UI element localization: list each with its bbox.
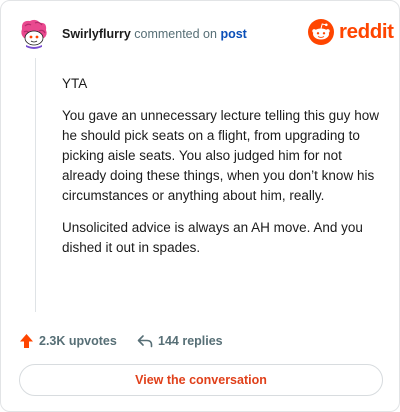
- replies-count: 144 replies: [158, 334, 223, 348]
- upvotes-count: 2.3K upvotes: [39, 334, 117, 348]
- comment-body: YTA You gave an unnecessary lecture tell…: [62, 74, 380, 270]
- view-conversation-button[interactable]: View the conversation: [19, 364, 383, 396]
- reply-arrow-icon: [137, 335, 153, 348]
- reddit-wordmark: reddit: [339, 20, 394, 43]
- comment-actions: 2.3K upvotes 144 replies: [19, 331, 319, 351]
- reddit-snoo-icon: [308, 19, 334, 45]
- comment-header: Swirlyflurry commented on post reddit: [18, 17, 394, 51]
- commented-on-text: commented on: [134, 27, 217, 41]
- snoo-avatar-icon: [18, 17, 50, 49]
- upvotes-button[interactable]: 2.3K upvotes: [19, 331, 117, 351]
- thread-line: [35, 58, 36, 312]
- upvote-arrow-icon: [20, 334, 33, 348]
- replies-button[interactable]: 144 replies: [137, 331, 223, 351]
- post-link[interactable]: post: [220, 27, 246, 41]
- reddit-comment-card: Swirlyflurry commented on post reddit YT…: [0, 0, 400, 412]
- comment-meta: Swirlyflurry commented on post: [62, 26, 247, 42]
- reddit-logo[interactable]: reddit: [308, 18, 394, 48]
- comment-paragraph: YTA: [62, 76, 88, 91]
- user-avatar[interactable]: [18, 17, 50, 49]
- comment-paragraph: You gave an unnecessary lecture telling …: [62, 108, 379, 203]
- comment-paragraph: Unsolicited advice is always an AH move.…: [62, 220, 363, 255]
- username-link[interactable]: Swirlyflurry: [62, 27, 131, 41]
